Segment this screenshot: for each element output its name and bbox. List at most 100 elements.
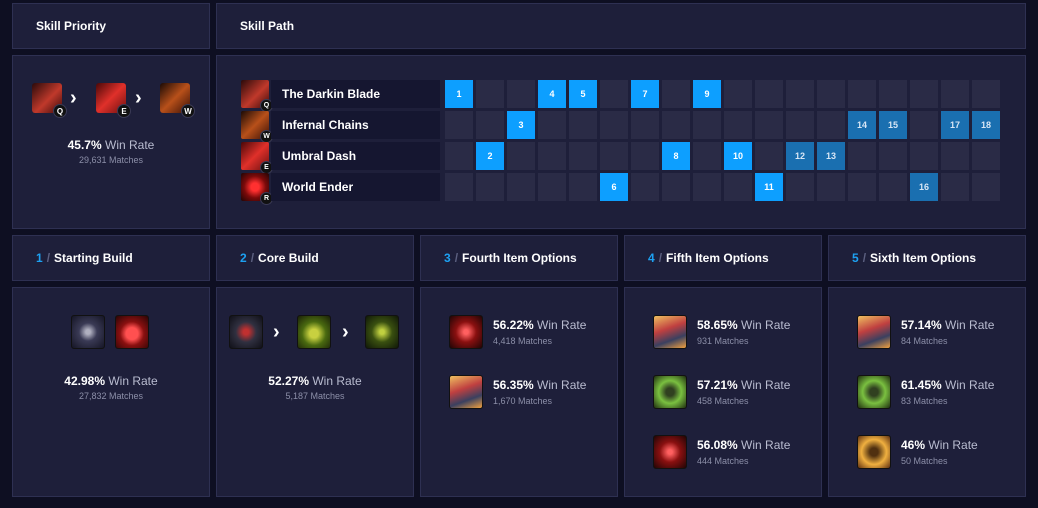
skill-level-cell: 14: [848, 111, 876, 139]
skill-empty-cell: [755, 80, 783, 108]
green-armor-item-icon[interactable]: [653, 375, 687, 409]
red-blade-item-icon[interactable]: [653, 435, 687, 469]
skill-level-cell: 1: [445, 80, 473, 108]
eclipse-icon[interactable]: [229, 315, 263, 349]
item-matches: 84 Matches: [901, 336, 948, 346]
item-options-title: Fifth Item Options: [666, 251, 769, 265]
skill-empty-cell: [972, 80, 1000, 108]
winged-item-icon[interactable]: [449, 375, 483, 409]
skill-row: R World Ender: [241, 173, 461, 205]
boots-icon[interactable]: [297, 315, 331, 349]
skill-empty-cell: [817, 80, 845, 108]
win-rate-label: Win Rate: [312, 374, 362, 388]
skill-empty-cell: [476, 173, 504, 201]
item-matches: 83 Matches: [901, 396, 948, 406]
skill-empty-cell: [631, 142, 659, 170]
section-separator: /: [862, 251, 867, 265]
item-win-rate: 61.45% Win Rate: [901, 378, 994, 392]
core-build-win-rate: 52.27% Win Rate: [217, 374, 413, 388]
chevron-right-icon: ›: [342, 321, 349, 343]
skill-name: The Darkin Blade: [271, 80, 440, 108]
skill-level-cell: 2: [476, 142, 504, 170]
item-matches: 458 Matches: [697, 396, 749, 406]
item-options-title: Sixth Item Options: [870, 251, 977, 265]
skill-level-cell: 12: [786, 142, 814, 170]
item-options-panel: 57.14% Win Rate 84 Matches 61.45% Win Rate…: [828, 287, 1026, 497]
chevron-right-icon: ›: [273, 321, 280, 343]
skill-empty-cell: [507, 80, 535, 108]
skill-empty-cell: [631, 111, 659, 139]
skill-level-cell: 8: [662, 142, 690, 170]
skill-path-title: Skill Path: [240, 19, 295, 33]
item-win-rate: 57.21% Win Rate: [697, 378, 790, 392]
win-rate-value: 46%: [901, 438, 926, 452]
skill-level-cell: 18: [972, 111, 1000, 139]
skill-level-cell: 5: [569, 80, 597, 108]
win-rate-value: 42.98%: [64, 374, 105, 388]
blade-item-icon[interactable]: [365, 315, 399, 349]
winged-item-icon[interactable]: [857, 315, 891, 349]
skill-empty-cell: [817, 173, 845, 201]
starting-build-win-rate: 42.98% Win Rate: [13, 374, 209, 388]
item-matches: 50 Matches: [901, 456, 948, 466]
green-armor-item-icon[interactable]: [857, 375, 891, 409]
section-separator: /: [658, 251, 663, 265]
winged-item-icon[interactable]: [653, 315, 687, 349]
item-options-header: 3/Fourth Item Options: [420, 235, 618, 281]
skill-key-q: Q: [53, 104, 67, 118]
skill-level-cell: 16: [910, 173, 938, 201]
skill-level-cell: 17: [941, 111, 969, 139]
skill-empty-cell: [476, 111, 504, 139]
skill-level-cell: 7: [631, 80, 659, 108]
section-number: 2: [240, 251, 247, 265]
win-rate-value: 58.65%: [697, 318, 738, 332]
win-rate-value: 45.7%: [67, 138, 102, 152]
item-win-rate: 46% Win Rate: [901, 438, 978, 452]
starting-build-matches: 27,832 Matches: [78, 391, 144, 401]
skill-w-icon: W: [160, 83, 195, 118]
skill-level-cell: 9: [693, 80, 721, 108]
section-number: 4: [648, 251, 655, 265]
win-rate-value: 57.14%: [901, 318, 942, 332]
skill-empty-cell: [755, 142, 783, 170]
skill-empty-cell: [538, 142, 566, 170]
skill-priority-matches: 29,631 Matches: [78, 155, 144, 165]
item-options-panel: 58.65% Win Rate 931 Matches 57.21% Win Rat…: [624, 287, 822, 497]
section-separator: /: [454, 251, 459, 265]
skill-empty-cell: [693, 142, 721, 170]
skill-empty-cell: [538, 173, 566, 201]
core-build-matches: 5,187 Matches: [285, 391, 345, 401]
skill-level-cell: 6: [600, 173, 628, 201]
skill-empty-cell: [445, 111, 473, 139]
core-build-header: 2/Core Build: [216, 235, 414, 281]
skill-empty-cell: [693, 173, 721, 201]
win-rate-label: Win Rate: [945, 378, 995, 392]
skill-q-icon: Q: [241, 80, 273, 112]
win-rate-value: 57.21%: [697, 378, 738, 392]
long-sword-icon[interactable]: [71, 315, 105, 349]
win-rate-label: Win Rate: [928, 438, 978, 452]
core-build-panel: › › 52.27% Win Rate 5,187 Matches: [216, 287, 414, 497]
skill-priority-panel: Q › E › W 45.7% Win Rate 29,631 Matches: [12, 55, 210, 229]
skill-empty-cell: [941, 142, 969, 170]
item-options-header: 5/Sixth Item Options: [828, 235, 1026, 281]
win-rate-value: 56.08%: [697, 438, 738, 452]
win-rate-value: 56.22%: [493, 318, 534, 332]
skill-empty-cell: [755, 111, 783, 139]
health-potion-icon[interactable]: [115, 315, 149, 349]
win-rate-label: Win Rate: [537, 378, 587, 392]
skill-empty-cell: [538, 111, 566, 139]
skill-empty-cell: [600, 80, 628, 108]
win-rate-label: Win Rate: [108, 374, 158, 388]
item-options-title: Fourth Item Options: [462, 251, 577, 265]
skill-empty-cell: [724, 80, 752, 108]
skill-row: Q The Darkin Blade: [241, 80, 461, 112]
gold-armor-item-icon[interactable]: [857, 435, 891, 469]
red-blade-item-icon[interactable]: [449, 315, 483, 349]
skill-empty-cell: [724, 173, 752, 201]
skill-empty-cell: [507, 173, 535, 201]
skill-key-e: E: [117, 104, 131, 118]
skill-priority-win-rate: 45.7% Win Rate: [13, 138, 209, 152]
skill-name: Infernal Chains: [271, 111, 440, 139]
skill-q-icon: Q: [32, 83, 67, 118]
